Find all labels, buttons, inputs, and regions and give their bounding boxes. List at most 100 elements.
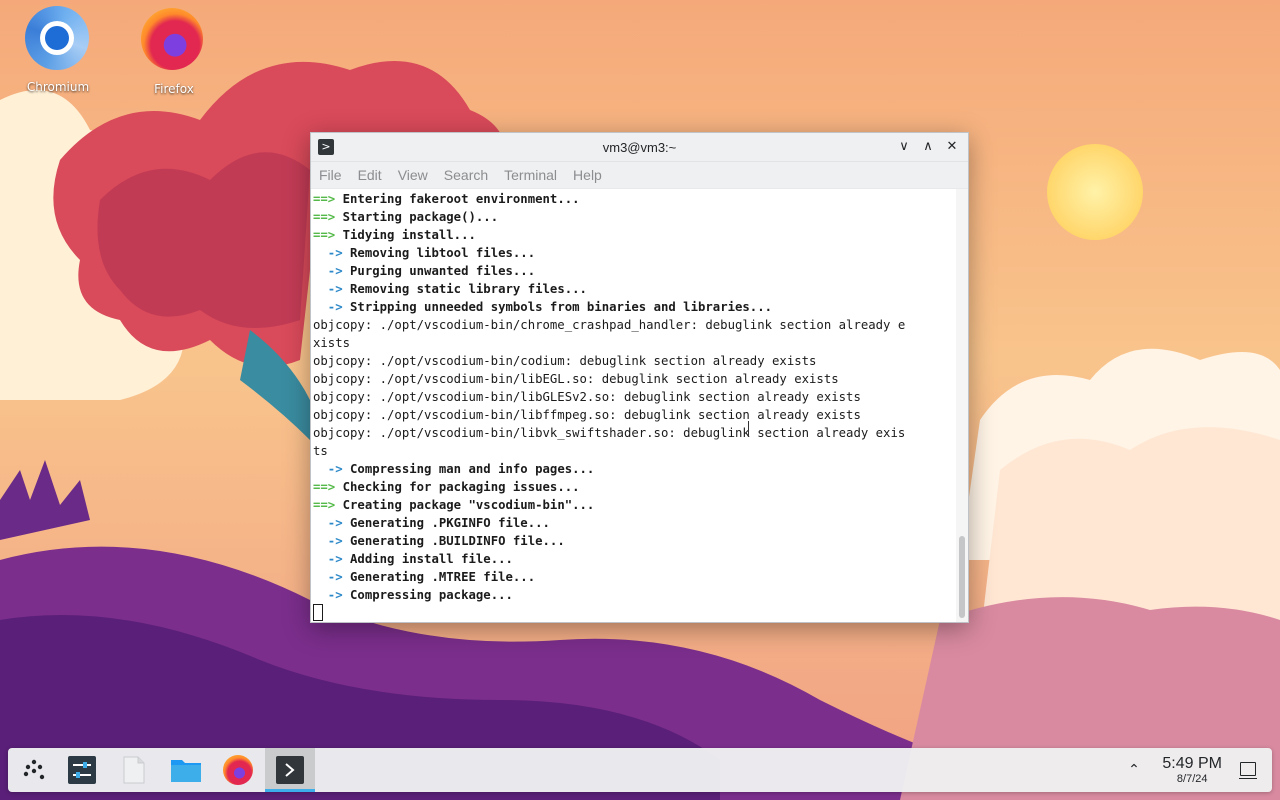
menu-search[interactable]: Search [438, 167, 494, 183]
window-titlebar[interactable]: > vm3@vm3:~ ∨ ∧ ✕ [311, 133, 968, 162]
menu-edit[interactable]: Edit [352, 167, 388, 183]
terminal-line-text: Creating package "vscodium-bin"... [335, 498, 595, 512]
terminal-line: -> Compressing package... [311, 586, 956, 604]
terminal-line-prefix: ==> [313, 192, 336, 206]
terminal-line-text: Starting package()... [335, 210, 499, 224]
text-cursor [313, 604, 323, 621]
terminal-line: -> Generating .PKGINFO file... [311, 514, 956, 532]
file-manager-button[interactable] [166, 753, 206, 787]
application-launcher-button[interactable] [14, 753, 54, 787]
terminal-line-text: objcopy: ./opt/vscodium-bin/libvk_swifts… [313, 426, 906, 440]
terminal-line-text: Generating .BUILDINFO file... [342, 534, 565, 548]
terminal-line-text: Stripping unneeded symbols from binaries… [342, 300, 773, 314]
system-settings-icon [68, 756, 96, 784]
terminal-line-text: objcopy: ./opt/vscodium-bin/libffmpeg.so… [313, 408, 861, 422]
scrollbar-thumb[interactable] [959, 536, 965, 618]
terminal-line-text: Tidying install... [335, 228, 476, 242]
terminal-line-text: Removing static library files... [342, 282, 587, 296]
terminal-line: ts [311, 442, 956, 460]
menu-terminal[interactable]: Terminal [498, 167, 563, 183]
terminal-line-text: objcopy: ./opt/vscodium-bin/codium: debu… [313, 354, 817, 368]
terminal-line-text: Compressing man and info pages... [342, 462, 595, 476]
firefox-taskbar-button[interactable] [218, 753, 258, 787]
terminal-line-prefix: ==> [313, 228, 336, 242]
terminal-line: ==> Tidying install... [311, 226, 956, 244]
terminal-prompt-line [311, 604, 956, 622]
terminal-line: -> Stripping unneeded symbols from binar… [311, 298, 956, 316]
terminal-line-prefix: -> [313, 462, 343, 476]
terminal-line: xists [311, 334, 956, 352]
taskbar: ⌃ 5:49 PM 8/7/24 [8, 748, 1272, 792]
mouse-cursor-ibeam [748, 421, 751, 437]
terminal-line-text: objcopy: ./opt/vscodium-bin/chrome_crash… [313, 318, 906, 332]
window-title: vm3@vm3:~ [602, 139, 677, 155]
system-settings-button[interactable] [62, 753, 102, 787]
terminal-taskbar-button[interactable] [265, 748, 315, 792]
terminal-line: -> Purging unwanted files... [311, 262, 956, 280]
terminal-line: ==> Creating package "vscodium-bin"... [311, 496, 956, 514]
terminal-line-prefix: -> [313, 534, 343, 548]
terminal-line: -> Removing static library files... [311, 280, 956, 298]
terminal-app-icon[interactable]: > [318, 139, 334, 155]
menubar: File Edit View Search Terminal Help [311, 162, 968, 189]
text-editor-icon [123, 756, 145, 784]
terminal-line: -> Generating .MTREE file... [311, 568, 956, 586]
terminal-line: -> Adding install file... [311, 550, 956, 568]
terminal-line: objcopy: ./opt/vscodium-bin/libEGL.so: d… [311, 370, 956, 388]
menu-help[interactable]: Help [567, 167, 608, 183]
terminal-line-prefix: -> [313, 552, 343, 566]
terminal-line-text: xists [313, 336, 351, 350]
chromium-icon [25, 6, 89, 70]
desktop-icon-label: Chromium [26, 80, 90, 94]
terminal-line-text: Generating .PKGINFO file... [342, 516, 550, 530]
terminal-line: -> Removing libtool files... [311, 244, 956, 262]
terminal-line-prefix: ==> [313, 480, 336, 494]
terminal-line-text: Compressing package... [342, 588, 513, 602]
terminal-line: objcopy: ./opt/vscodium-bin/libffmpeg.so… [311, 406, 956, 424]
terminal-line-text: ts [313, 444, 328, 458]
terminal-line-text: Removing libtool files... [342, 246, 536, 260]
terminal-line-prefix: -> [313, 282, 343, 296]
terminal-line-text: Checking for packaging issues... [335, 480, 580, 494]
terminal-line: objcopy: ./opt/vscodium-bin/chrome_crash… [311, 316, 956, 334]
terminal-line-text: Entering fakeroot environment... [335, 192, 580, 206]
clock-date: 8/7/24 [1176, 773, 1208, 785]
terminal-icon [276, 756, 304, 784]
terminal-line: ==> Entering fakeroot environment... [311, 190, 956, 208]
terminal-line-text: objcopy: ./opt/vscodium-bin/libGLESv2.so… [313, 390, 861, 404]
clock-time: 5:49 PM [1162, 755, 1222, 772]
terminal-line-prefix: -> [313, 300, 343, 314]
terminal-line: ==> Checking for packaging issues... [311, 478, 956, 496]
digital-clock[interactable]: 5:49 PM 8/7/24 [1162, 755, 1222, 786]
firefox-icon [141, 8, 203, 70]
close-button[interactable]: ✕ [942, 137, 962, 157]
terminal-line-prefix: -> [313, 264, 343, 278]
minimize-button[interactable]: ∨ [894, 137, 914, 157]
desktop-icon-chromium[interactable]: Chromium [8, 6, 108, 94]
terminal-line: objcopy: ./opt/vscodium-bin/libGLESv2.so… [311, 388, 956, 406]
terminal-scrollbar[interactable] [956, 189, 968, 622]
terminal-line-prefix: -> [313, 246, 343, 260]
terminal-line-text: Generating .MTREE file... [342, 570, 536, 584]
terminal-line-prefix: ==> [313, 498, 336, 512]
maximize-button[interactable]: ∧ [918, 137, 938, 157]
terminal-line: objcopy: ./opt/vscodium-bin/codium: debu… [311, 352, 956, 370]
system-tray-expand-icon[interactable]: ⌃ [1124, 760, 1144, 780]
desktop-icon-firefox[interactable]: Firefox [124, 8, 224, 96]
firefox-icon [223, 755, 253, 785]
show-desktop-icon[interactable] [1239, 762, 1257, 779]
menu-view[interactable]: View [392, 167, 434, 183]
menu-file[interactable]: File [313, 167, 348, 183]
file-manager-icon [171, 760, 201, 782]
terminal-line-text: Adding install file... [342, 552, 513, 566]
terminal-line: ==> Starting package()... [311, 208, 956, 226]
terminal-line: objcopy: ./opt/vscodium-bin/libvk_swifts… [311, 424, 956, 442]
terminal-window[interactable]: > vm3@vm3:~ ∨ ∧ ✕ File Edit View Search … [310, 132, 969, 623]
text-editor-button[interactable] [114, 753, 154, 787]
terminal-line: -> Generating .BUILDINFO file... [311, 532, 956, 550]
terminal-output[interactable]: ==> Entering fakeroot environment... ==> … [311, 189, 956, 622]
terminal-line: -> Compressing man and info pages... [311, 460, 956, 478]
terminal-line-prefix: -> [313, 516, 343, 530]
terminal-line-prefix: -> [313, 588, 343, 602]
desktop-icon-label: Firefox [154, 82, 194, 96]
